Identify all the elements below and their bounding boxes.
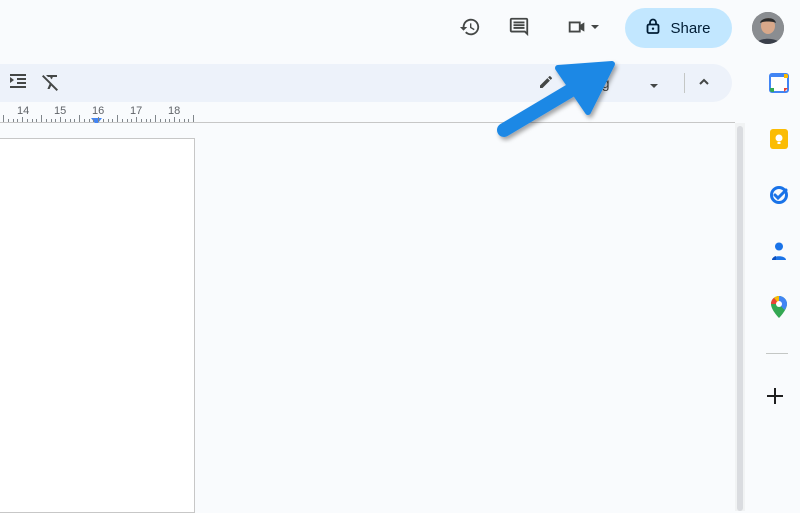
indent-button[interactable] [8, 73, 30, 95]
ruler-tick [164, 119, 166, 122]
document-page[interactable] [0, 138, 195, 513]
tasks-icon [769, 185, 789, 210]
ruler-tick [150, 119, 152, 122]
ruler-label: 14 [17, 105, 30, 117]
ruler-tick [155, 115, 156, 122]
ruler-tick [159, 119, 161, 122]
chevron-down-icon [589, 20, 601, 38]
ruler-tick [117, 115, 118, 122]
comment-icon [508, 16, 530, 43]
ruler-tick [121, 119, 123, 122]
ruler-tick [79, 115, 80, 122]
maps-pin-icon [771, 295, 787, 323]
ruler-tick [50, 119, 52, 122]
scrollbar-thumb[interactable] [737, 126, 743, 511]
ruler-tick [7, 119, 9, 122]
ruler-tick [60, 117, 61, 122]
ruler-tick [145, 119, 147, 122]
ruler-tick [64, 119, 66, 122]
clear-formatting-icon [42, 73, 60, 96]
calendar-app-button[interactable] [766, 72, 792, 98]
chevron-up-icon [697, 75, 711, 94]
ruler-tick [107, 119, 109, 122]
ruler-tick [183, 119, 185, 122]
ruler-label: 17 [130, 105, 143, 117]
ruler-tick [193, 115, 194, 122]
ruler-tick [131, 119, 133, 122]
history-icon [459, 16, 481, 43]
version-history-button[interactable] [455, 14, 485, 44]
add-addon-button[interactable] [762, 385, 788, 411]
ruler-tick [174, 117, 175, 122]
comments-button[interactable] [504, 14, 534, 44]
ruler-tick [26, 119, 28, 122]
ruler-tick [45, 119, 47, 122]
ruler-label: 18 [168, 105, 181, 117]
ruler-tick [31, 119, 33, 122]
ruler-tick [112, 119, 114, 122]
ruler-tick [93, 119, 95, 122]
ruler-tick [188, 119, 190, 122]
dropdown-caret-icon [648, 78, 660, 96]
share-label: Share [670, 19, 711, 37]
lock-icon [646, 18, 660, 38]
ruler-tick [17, 119, 19, 122]
ruler-tick [136, 117, 137, 122]
tasks-app-button[interactable] [766, 184, 792, 210]
keep-app-button[interactable] [766, 128, 792, 154]
ruler-label: 15 [54, 105, 67, 117]
indent-icon [10, 73, 28, 95]
ruler-tick [12, 119, 14, 122]
ruler-tick [98, 117, 99, 122]
ruler-tick [36, 119, 38, 122]
ruler-tick [83, 119, 85, 122]
pencil-icon [538, 74, 554, 95]
ruler-tick [140, 119, 142, 122]
maps-app-button[interactable] [766, 295, 792, 323]
account-avatar[interactable] [752, 12, 784, 44]
ruler-tick [22, 117, 23, 122]
side-panel-divider [766, 353, 788, 354]
top-bar: Share [0, 0, 784, 58]
ruler-tick [126, 119, 128, 122]
ruler-tick [88, 119, 90, 122]
ruler-tick [102, 119, 104, 122]
clear-formatting-button[interactable] [40, 74, 62, 94]
share-button[interactable]: Share [625, 8, 732, 48]
keep-icon [769, 128, 789, 155]
side-panel [760, 58, 800, 511]
hide-menus-button[interactable] [694, 74, 714, 94]
plus-icon [767, 387, 783, 409]
horizontal-ruler[interactable]: 14 15 16 17 18 [0, 104, 735, 125]
video-call-icon [565, 16, 589, 43]
ruler-tick [69, 119, 71, 122]
contacts-icon [770, 241, 788, 266]
ruler-tick [169, 119, 171, 122]
meet-button[interactable] [558, 14, 608, 44]
ruler-tick [55, 119, 57, 122]
editing-mode-label: ng [594, 75, 610, 91]
ruler-tick [74, 119, 76, 122]
ruler-tick [41, 115, 42, 122]
contacts-app-button[interactable] [766, 240, 792, 266]
calendar-icon [769, 72, 789, 98]
ruler-tick [178, 119, 180, 122]
toolbar-separator [684, 73, 685, 93]
ruler-tick [3, 115, 4, 122]
